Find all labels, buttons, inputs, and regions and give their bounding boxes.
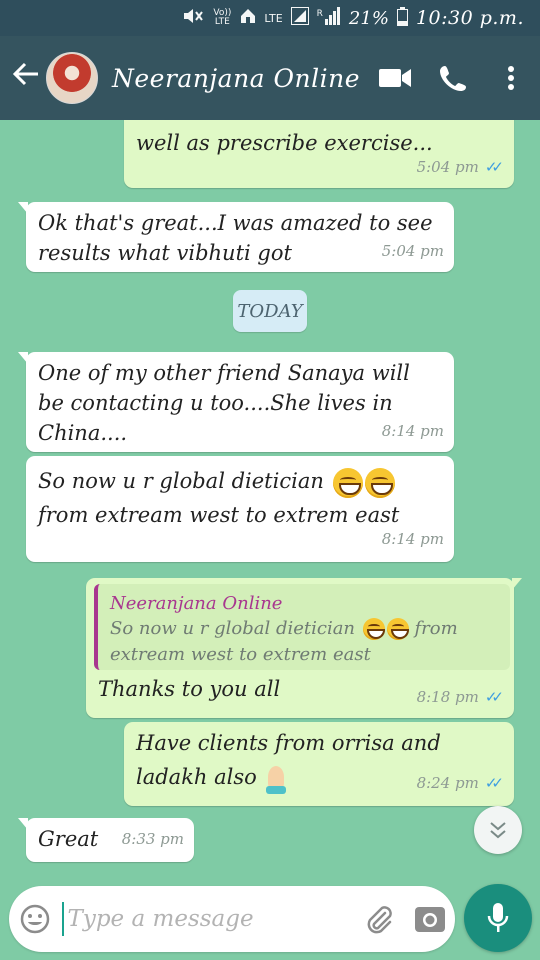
grinning-face-emoji (362, 618, 385, 640)
signal-1-icon (290, 7, 309, 29)
message-time: 5:04 pm (416, 158, 479, 176)
message-incoming[interactable]: One of my other friend Sanaya will be co… (18, 352, 454, 452)
battery-icon (396, 6, 408, 30)
roaming-label: R (316, 9, 323, 19)
quoted-message[interactable]: Neeranjana Online So now u r global diet… (94, 584, 510, 670)
status-bar: Vo)) LTE LTE R 21% 10:30 p.m. (0, 0, 540, 36)
more-vertical-icon (508, 66, 514, 90)
lte-label: LTE (264, 11, 283, 25)
message-time: 8:14 pm (381, 530, 444, 548)
contact-avatar[interactable] (46, 52, 98, 104)
chat-messages[interactable]: well as prescribe exercise... 5:04 pm ✓✓… (0, 120, 540, 880)
message-meta: 8:33 pm (122, 824, 184, 854)
message-meta: 5:04 pm ✓✓ (417, 152, 504, 182)
message-outgoing[interactable]: Neeranjana Online So now u r global diet… (86, 578, 522, 718)
message-meta: 8:24 pm ✓✓ (417, 766, 504, 800)
back-arrow-icon[interactable] (6, 60, 46, 96)
message-incoming[interactable]: Ok that's great...I was amazed to see re… (18, 202, 454, 272)
quoted-text: So now u r global dietician from (110, 618, 458, 640)
double-chevron-down-icon (490, 822, 506, 839)
folded-hands-emoji (263, 764, 289, 794)
grinning-face-emoji (386, 618, 409, 640)
grinning-face-emoji (332, 467, 363, 498)
message-meta: 8:18 pm ✓✓ (417, 682, 504, 712)
double-check-icon: ✓✓ (484, 158, 504, 176)
quoted-text-line: extream west to extrem east (110, 644, 371, 665)
message-time: 8:24 pm (416, 774, 479, 792)
message-line: Have clients from orrisa and (136, 731, 441, 755)
home-icon (240, 8, 256, 28)
paperclip-icon (367, 906, 392, 934)
message-time: 5:04 pm (381, 242, 444, 260)
message-time: 8:33 pm (121, 830, 184, 848)
chat-header: Neeranjana Online (0, 36, 540, 120)
volte-label: Vo)) LTE (213, 8, 232, 27)
message-time: 8:14 pm (381, 422, 444, 440)
emoji-icon (21, 904, 50, 934)
message-incoming[interactable]: So now u r global dietician from extream… (26, 456, 454, 562)
menu-button[interactable] (482, 65, 540, 91)
double-check-icon: ✓✓ (484, 688, 504, 706)
attach-button[interactable] (354, 903, 405, 935)
contact-name[interactable]: Neeranjana Online (112, 64, 366, 93)
voice-message-button[interactable] (464, 884, 532, 952)
voice-call-button[interactable] (424, 64, 482, 92)
double-check-icon: ✓✓ (484, 774, 504, 792)
message-incoming[interactable]: Great 8:33 pm (18, 818, 194, 862)
message-meta: 8:14 pm (382, 522, 444, 556)
message-time: 8:18 pm (416, 688, 479, 706)
quoted-sender: Neeranjana Online (110, 593, 283, 614)
message-meta: 5:04 pm (382, 236, 444, 266)
message-outgoing[interactable]: well as prescribe exercise... 5:04 pm ✓✓ (124, 120, 514, 188)
mute-icon (182, 8, 204, 28)
signal-2-icon (324, 7, 341, 29)
video-call-button[interactable] (366, 67, 424, 89)
message-meta: 8:14 pm (382, 416, 444, 446)
phone-icon (440, 66, 466, 91)
message-input[interactable] (61, 902, 354, 936)
video-camera-icon (379, 69, 411, 87)
camera-button[interactable] (404, 905, 455, 933)
battery-percent: 21% (348, 7, 389, 29)
message-line: be contacting u too....She lives in (38, 391, 393, 415)
message-text: Thanks to you all (98, 677, 281, 701)
camera-icon (414, 907, 445, 932)
message-line: Ok that's great...I was amazed to see (38, 211, 433, 235)
emoji-button[interactable] (9, 903, 62, 935)
message-line: One of my other friend Sanaya will (38, 361, 410, 385)
date-divider: TODAY (233, 290, 307, 332)
microphone-icon (487, 903, 509, 932)
clock: 10:30 p.m. (415, 7, 524, 29)
message-outgoing[interactable]: Have clients from orrisa and ladakh also… (124, 722, 514, 806)
scroll-to-bottom-button[interactable] (474, 806, 522, 854)
grinning-face-emoji (364, 467, 395, 498)
composer (9, 886, 455, 952)
message-line: So now u r global dietician (38, 464, 442, 498)
